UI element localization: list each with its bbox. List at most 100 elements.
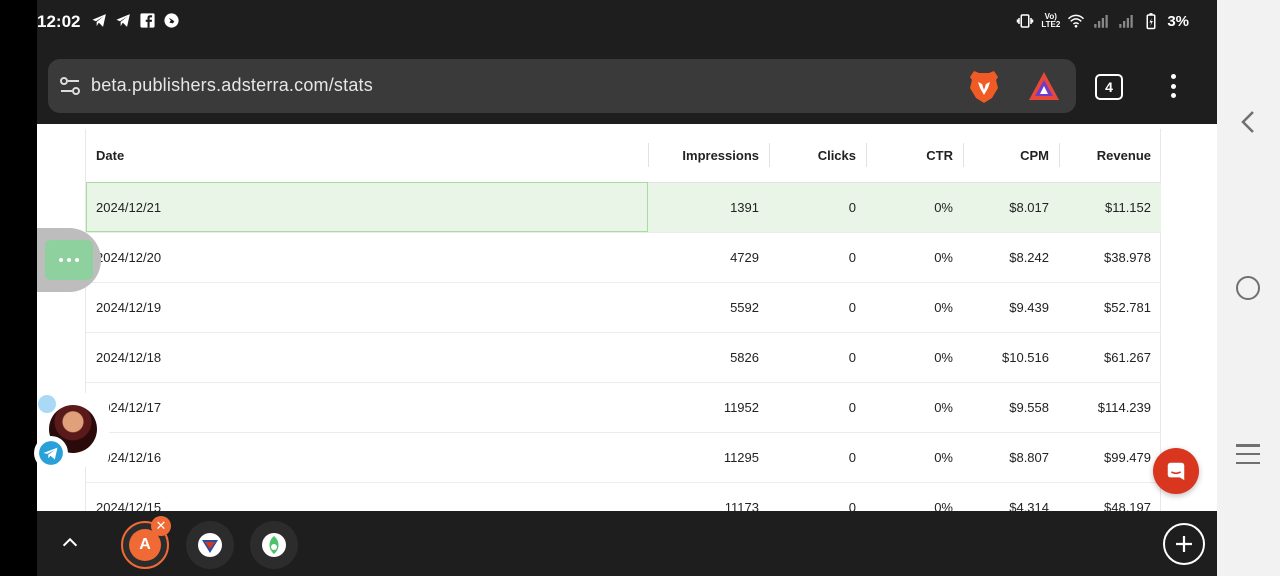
menu-dot xyxy=(1170,93,1176,98)
cell-clicks: 0 xyxy=(769,382,866,433)
bubble-indicator-dot xyxy=(38,395,56,413)
cell-clicks: 0 xyxy=(769,232,866,283)
stats-table: Date Impressions Clicks CTR CPM Revenue … xyxy=(86,129,1161,511)
signal-icon xyxy=(1119,15,1134,28)
tab-switcher-button[interactable]: 4 xyxy=(1095,74,1123,100)
column-header-label: CTR xyxy=(926,147,953,163)
menu-dot xyxy=(1170,83,1176,89)
cell-clicks: 0 xyxy=(769,182,866,233)
tab-group-item[interactable] xyxy=(250,521,298,569)
brave-lion-icon[interactable] xyxy=(967,68,1001,104)
column-header-cpm[interactable]: CPM xyxy=(963,129,1059,183)
cell-ctr: 0% xyxy=(866,432,963,483)
cell-date: 2024/12/19 xyxy=(86,282,648,333)
battery-icon xyxy=(1146,13,1156,30)
brave-rewards-icon[interactable] xyxy=(1027,70,1061,102)
url-text[interactable]: beta.publishers.adsterra.com/stats xyxy=(91,75,373,96)
table-row[interactable]: 2024/12/16 11295 0 0% $8.807 $99.479 xyxy=(86,432,1161,483)
cell-ctr: 0% xyxy=(866,482,963,511)
cell-ctr: 0% xyxy=(866,332,963,383)
new-tab-button[interactable] xyxy=(1163,523,1205,565)
signal-icon xyxy=(1094,15,1109,28)
cell-cpm: $8.807 xyxy=(963,432,1059,483)
cell-date: 2024/12/17 xyxy=(86,382,648,433)
cell-impressions: 11173 xyxy=(648,482,769,511)
column-header-label: Clicks xyxy=(817,147,856,163)
chevron-up-icon[interactable] xyxy=(59,531,81,553)
cell-date: 2024/12/15 xyxy=(86,482,648,511)
table-row[interactable]: 2024/12/20 4729 0 0% $8.242 $38.978 xyxy=(86,232,1161,283)
plus-icon xyxy=(1176,536,1192,552)
address-bar[interactable]: beta.publishers.adsterra.com/stats xyxy=(48,59,1076,113)
cell-impressions: 11295 xyxy=(648,432,769,483)
cell-revenue: $48.197 xyxy=(1059,482,1161,511)
cell-cpm: $9.439 xyxy=(963,282,1059,333)
table-row[interactable]: 2024/12/17 11952 0 0% $9.558 $114.239 xyxy=(86,382,1161,433)
column-header-clicks[interactable]: Clicks xyxy=(769,129,866,183)
recents-icon[interactable] xyxy=(1236,444,1260,464)
cell-revenue: $38.978 xyxy=(1059,232,1161,283)
column-header-label: CPM xyxy=(1020,147,1049,163)
cell-revenue: $11.152 xyxy=(1059,182,1161,233)
system-navigation-bar xyxy=(1217,0,1280,576)
cell-clicks: 0 xyxy=(769,482,866,511)
chat-icon xyxy=(1167,462,1185,481)
telegram-icon xyxy=(116,14,130,27)
menu-dot xyxy=(1170,74,1176,79)
column-header-impressions[interactable]: Impressions xyxy=(648,129,769,183)
cell-date: 2024/12/16 xyxy=(86,432,648,483)
table-row[interactable]: 2024/12/19 5592 0 0% $9.439 $52.781 xyxy=(86,282,1161,333)
table-row[interactable]: 2024/12/21 1391 0 0% $8.017 $11.152 xyxy=(86,182,1161,233)
cell-cpm: $4.314 xyxy=(963,482,1059,511)
table-row[interactable]: 2024/12/15 11173 0 0% $4.314 $48.197 xyxy=(86,482,1161,511)
phone-screen: 12:02 Vo) LTE2 3% beta.publishers.adster… xyxy=(0,0,1280,576)
floating-assistant-pill[interactable] xyxy=(37,228,101,292)
column-header-ctr[interactable]: CTR xyxy=(866,129,963,183)
status-bar: 12:02 Vo) LTE2 3% xyxy=(37,0,1217,44)
notification-icons xyxy=(91,12,180,29)
site-favicon-icon xyxy=(262,533,286,557)
wifi-icon xyxy=(1068,14,1085,28)
cell-clicks: 0 xyxy=(769,432,866,483)
cell-ctr: 0% xyxy=(866,382,963,433)
volte-indicator: Vo) LTE2 xyxy=(1041,13,1060,29)
site-settings-icon[interactable] xyxy=(58,74,82,98)
column-header-date[interactable]: Date xyxy=(86,129,648,183)
more-dots-icon[interactable] xyxy=(45,240,93,280)
battery-level: 3% xyxy=(1167,12,1189,30)
back-icon[interactable] xyxy=(1237,109,1259,135)
cell-impressions: 4729 xyxy=(648,232,769,283)
column-header-revenue[interactable]: Revenue xyxy=(1059,129,1161,183)
telegram-icon xyxy=(92,14,106,27)
cell-impressions: 1391 xyxy=(648,182,769,233)
cell-impressions: 5592 xyxy=(648,282,769,333)
cell-cpm: $9.558 xyxy=(963,382,1059,433)
stats-table-container: Date Impressions Clicks CTR CPM Revenue … xyxy=(85,129,1161,511)
home-icon[interactable] xyxy=(1236,276,1260,300)
telegram-icon xyxy=(39,441,63,465)
cell-ctr: 0% xyxy=(866,282,963,333)
whatsapp-icon xyxy=(164,13,179,28)
cell-date: 2024/12/20 xyxy=(86,232,648,283)
telegram-badge xyxy=(34,436,68,470)
facebook-icon xyxy=(140,13,155,28)
overflow-menu-button[interactable] xyxy=(1163,72,1183,100)
table-row[interactable]: 2024/12/18 5826 0 0% $10.516 $61.267 xyxy=(86,332,1161,383)
cell-impressions: 5826 xyxy=(648,332,769,383)
cell-revenue: $61.267 xyxy=(1059,332,1161,383)
tab-group-item[interactable] xyxy=(186,521,234,569)
web-content: Date Impressions Clicks CTR CPM Revenue … xyxy=(37,124,1217,511)
cell-cpm: $10.516 xyxy=(963,332,1059,383)
support-chat-button[interactable] xyxy=(1153,448,1199,494)
column-header-label: Revenue xyxy=(1096,147,1151,163)
lte-label: LTE2 xyxy=(1041,20,1061,29)
system-status: Vo) LTE2 3% xyxy=(1016,12,1189,30)
screen-edge xyxy=(0,0,37,576)
cell-impressions: 11952 xyxy=(648,382,769,433)
column-header-label: Impressions xyxy=(682,147,759,163)
cell-date: 2024/12/18 xyxy=(86,332,648,383)
browser-toolbar: beta.publishers.adsterra.com/stats 4 xyxy=(37,44,1217,124)
cell-cpm: $8.017 xyxy=(963,182,1059,233)
cell-date: 2024/12/21 xyxy=(86,182,648,233)
close-tab-button[interactable]: ✕ xyxy=(151,516,171,536)
